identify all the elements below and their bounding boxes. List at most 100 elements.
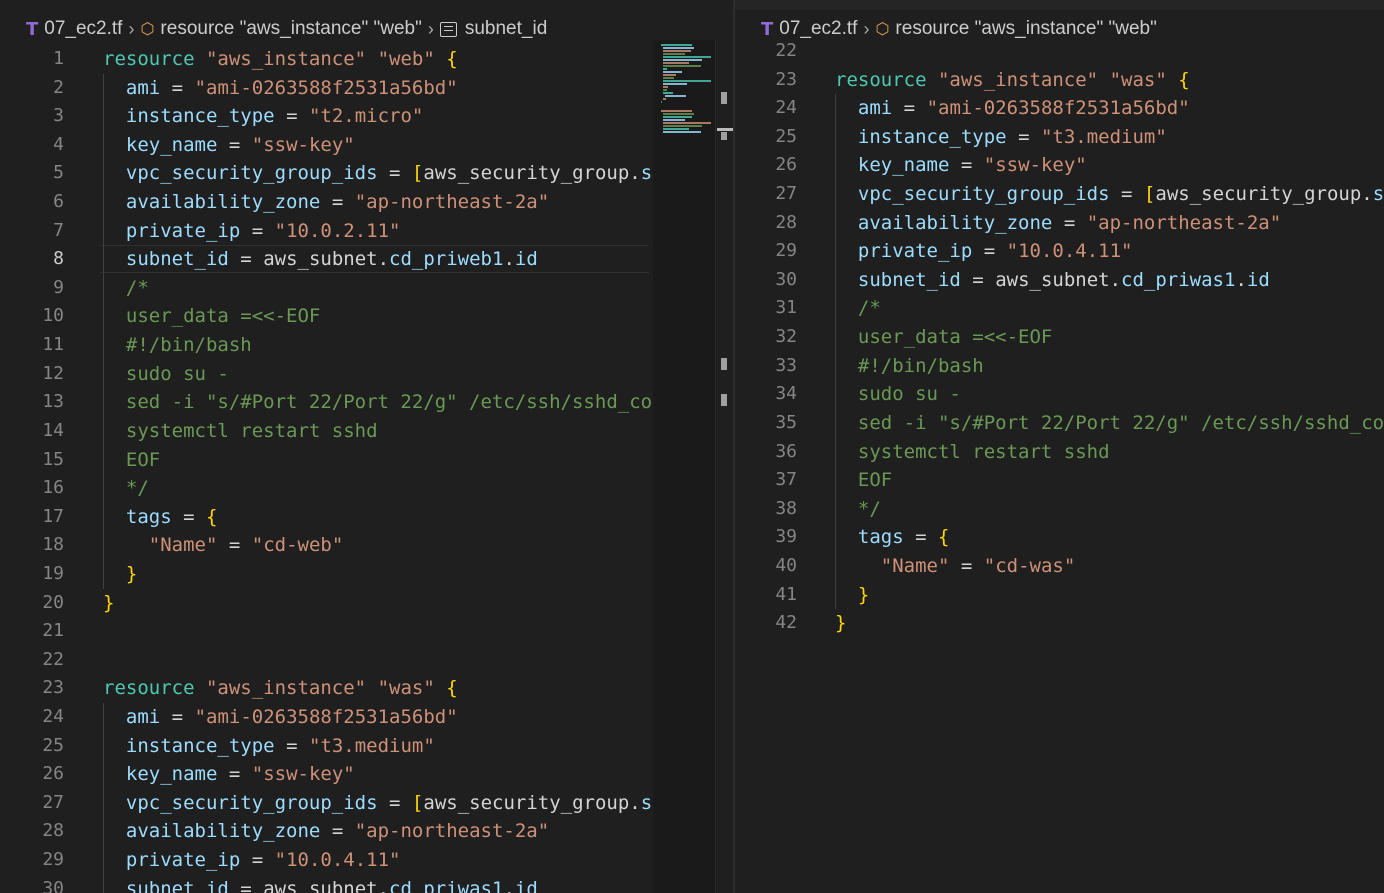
code-line[interactable]: 5 vpc_security_group_ids = [aws_security… [0,159,733,189]
code-line[interactable]: 21 [0,617,733,646]
code-line[interactable]: 25 instance_type = "t3.medium" [0,731,733,761]
code-line[interactable]: 24 ami = "ami-0263588f2531a56bd" [0,703,733,732]
code-line[interactable]: 22 [735,37,1384,66]
line-text[interactable]: instance_type = "t3.medium" [835,123,1167,152]
code-line[interactable]: 11 #!/bin/bash [0,331,733,360]
line-text[interactable]: #!/bin/bash [103,331,252,360]
line-text[interactable]: user_data =<<-EOF [103,302,320,331]
code-line[interactable]: 41 } [735,580,1384,610]
line-text[interactable]: "Name" = "cd-web" [103,531,344,560]
code-line[interactable]: 33 #!/bin/bash [735,351,1384,381]
line-text[interactable]: key_name = "ssw-key" [103,131,355,160]
line-text[interactable]: sed -i "s/#Port 22/Port 22/g" /etc/ssh/s… [835,409,1384,438]
line-text[interactable]: systemctl restart sshd [835,438,1110,467]
line-text[interactable]: private_ip = "10.0.4.11" [835,237,1133,266]
line-text[interactable]: instance_type = "t2.micro" [103,102,423,131]
code-line[interactable]: 18 "Name" = "cd-web" [0,531,733,560]
line-text[interactable]: vpc_security_group_ids = [aws_security_g… [835,180,1384,209]
line-text[interactable]: /* [103,274,149,303]
line-text[interactable]: key_name = "ssw-key" [103,760,355,789]
scrollbar-thumb[interactable] [717,128,733,131]
line-text[interactable]: availability_zone = "ap-northeast-2a" [835,209,1281,238]
line-text[interactable]: /* [835,294,881,323]
line-text[interactable]: instance_type = "t3.medium" [103,732,435,761]
line-text[interactable]: private_ip = "10.0.2.11" [103,217,401,246]
code-line[interactable]: 28 availability_zone = "ap-northeast-2a" [735,208,1384,238]
code-line[interactable]: 29 private_ip = "10.0.4.11" [735,237,1384,266]
code-line[interactable]: 6 availability_zone = "ap-northeast-2a" [0,188,733,217]
line-text[interactable]: #!/bin/bash [835,352,984,381]
code-line[interactable]: 28 availability_zone = "ap-northeast-2a" [0,817,733,847]
line-text[interactable]: */ [835,495,881,524]
code-line[interactable]: 35 sed -i "s/#Port 22/Port 22/g" /etc/ss… [735,408,1384,438]
code-line[interactable]: 34 sudo su - [735,380,1384,409]
line-text[interactable]: resource "aws_instance" "was" { [835,66,1190,95]
code-line[interactable]: 20} [0,589,733,618]
left-editor-pane[interactable]: 𝗧 07_ec2.tf › ⬡ resource "aws_instance" … [0,0,733,893]
code-line[interactable]: 42} [735,609,1384,638]
line-text[interactable]: EOF [835,466,892,495]
line-text[interactable]: subnet_id = aws_subnet.cd_priwas1.id [103,875,538,893]
line-text[interactable]: ami = "ami-0263588f2531a56bd" [835,94,1190,123]
code-line[interactable]: 31 /* [735,294,1384,324]
line-text[interactable]: private_ip = "10.0.4.11" [103,846,401,875]
code-line[interactable]: 32 user_data =<<-EOF [735,323,1384,352]
line-text[interactable]: } [835,581,869,610]
code-line[interactable]: 23 resource "aws_instance" "was" { [0,674,733,703]
line-text[interactable]: systemctl restart sshd [103,417,378,446]
code-line[interactable]: 1 resource "aws_instance" "web" { [0,45,733,74]
minimap[interactable] [653,40,715,893]
code-line[interactable]: 14 systemctl restart sshd [0,416,733,446]
code-line[interactable]: 27 vpc_security_group_ids = [aws_securit… [735,180,1384,209]
code-line[interactable]: 24 ami = "ami-0263588f2531a56bd" [735,94,1384,123]
code-line[interactable]: 36 systemctl restart sshd [735,437,1384,467]
line-text[interactable]: */ [103,474,149,503]
breadcrumb-file[interactable]: 07_ec2.tf [44,18,122,40]
line-text[interactable]: sudo su - [103,360,229,389]
line-text[interactable]: "Name" = "cd-was" [835,552,1076,581]
right-editor-pane[interactable]: 𝗧 07_ec2.tf › ⬡ resource "aws_instance" … [735,0,1384,893]
code-editor[interactable]: 1 resource "aws_instance" "web" {2 ami = … [0,45,733,893]
code-line[interactable]: 19 } [0,559,733,589]
code-line[interactable]: 30 subnet_id = aws_subnet.cd_priwas1.id [0,874,733,893]
code-line[interactable]: 15 EOF [0,445,733,475]
line-text[interactable]: ami = "ami-0263588f2531a56bd" [103,703,458,732]
code-line[interactable]: 40 "Name" = "cd-was" [735,551,1384,581]
code-line[interactable]: 13 sed -i "s/#Port 22/Port 22/g" /etc/ss… [0,388,733,417]
line-text[interactable]: sed -i "s/#Port 22/Port 22/g" /etc/ssh/s… [103,388,652,417]
line-text[interactable]: ami = "ami-0263588f2531a56bd" [103,74,458,103]
line-text[interactable]: } [835,609,846,638]
code-line[interactable]: 23 resource "aws_instance" "was" { [735,66,1384,95]
code-line[interactable]: 38 */ [735,494,1384,524]
line-text[interactable]: availability_zone = "ap-northeast-2a" [103,817,549,846]
breadcrumb-property[interactable]: subnet_id [465,18,547,40]
code-line[interactable]: 30 subnet_id = aws_subnet.cd_priwas1.id [735,265,1384,295]
line-text[interactable]: resource "aws_instance" "web" { [103,45,458,74]
breadcrumb-resource[interactable]: resource "aws_instance" "web" [160,18,421,40]
line-text[interactable]: vpc_security_group_ids = [aws_security_g… [103,789,652,818]
code-line[interactable]: 22 [0,646,733,675]
line-text[interactable]: vpc_security_group_ids = [aws_security_g… [103,159,652,188]
line-text[interactable]: subnet_id = aws_subnet.cd_priweb1.id [103,245,538,274]
line-text[interactable]: } [103,560,137,589]
code-line[interactable]: 7 private_ip = "10.0.2.11" [0,216,733,246]
code-line[interactable]: 29 private_ip = "10.0.4.11" [0,846,733,875]
code-line[interactable]: 26 key_name = "ssw-key" [0,760,733,789]
line-text[interactable]: availability_zone = "ap-northeast-2a" [103,188,549,217]
line-text[interactable]: key_name = "ssw-key" [835,151,1087,180]
code-line[interactable]: 26 key_name = "ssw-key" [735,151,1384,181]
code-line[interactable]: 17 tags = { [0,502,733,532]
code-line[interactable]: 27 vpc_security_group_ids = [aws_securit… [0,788,733,818]
line-text[interactable]: user_data =<<-EOF [835,323,1052,352]
line-text[interactable]: EOF [103,446,160,475]
code-line[interactable]: 12 sudo su - [0,359,733,389]
code-line[interactable]: 3 instance_type = "t2.micro" [0,102,733,131]
code-line[interactable]: 8 subnet_id = aws_subnet.cd_priweb1.id [0,245,733,274]
line-text[interactable]: subnet_id = aws_subnet.cd_priwas1.id [835,266,1270,295]
code-line[interactable]: 16 */ [0,474,733,503]
code-line[interactable]: 37 EOF [735,466,1384,495]
vertical-scrollbar[interactable] [715,40,733,893]
code-editor[interactable]: 22 23 resource "aws_instance" "was" {24 am… [735,37,1384,638]
code-line[interactable]: 4 key_name = "ssw-key" [0,130,733,160]
line-text[interactable]: sudo su - [835,380,961,409]
